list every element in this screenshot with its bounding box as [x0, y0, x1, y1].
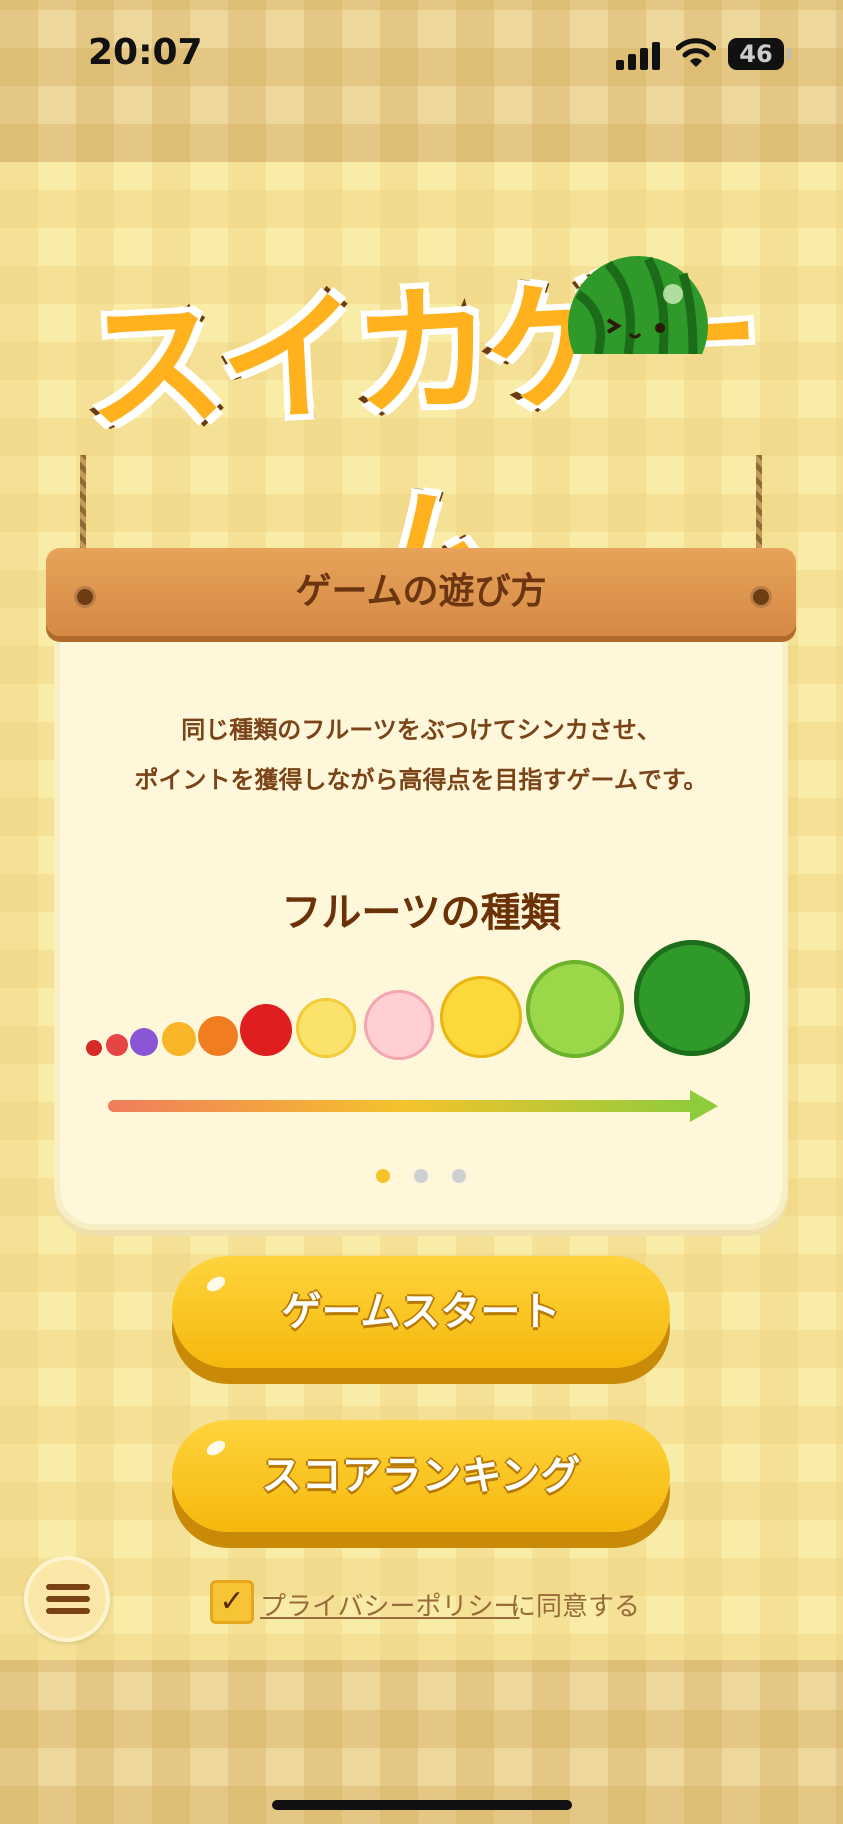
right-nail-icon — [750, 586, 772, 608]
game-start-button[interactable]: ゲームスタート — [172, 1256, 670, 1368]
description-line-1: 同じ種類のフルーツをぶつけてシンカさせ、 — [181, 716, 661, 744]
persimmon-icon — [198, 1016, 238, 1056]
watermelon-icon — [634, 940, 750, 1056]
menu-icon — [46, 1608, 90, 1614]
menu-icon — [46, 1596, 90, 1602]
home-indicator[interactable] — [272, 1800, 572, 1810]
button-shine — [204, 1437, 228, 1459]
wifi-icon — [676, 38, 716, 67]
description-line-2: ポイントを獲得しながら高得点を目指すゲームです。 — [134, 766, 708, 794]
pineapple-icon — [440, 976, 522, 1058]
apple-icon — [240, 1004, 292, 1056]
game-description: 同じ種類のフルーツをぶつけてシンカさせ、 ポイントを獲得しながら高得点を目指すゲ… — [60, 705, 782, 805]
grape-icon — [130, 1028, 158, 1056]
game-start-label: ゲームスタート — [281, 1289, 561, 1335]
menu-button[interactable] — [24, 1556, 110, 1642]
pear-icon — [296, 998, 356, 1058]
score-ranking-button[interactable]: スコアランキング — [172, 1420, 670, 1532]
evolution-arrow-icon — [108, 1090, 718, 1122]
button-shine — [204, 1273, 228, 1295]
strawberry-icon — [106, 1034, 128, 1056]
page-dot-1[interactable] — [376, 1169, 390, 1183]
page-indicator[interactable] — [60, 1168, 782, 1187]
status-time: 20:07 — [88, 32, 203, 73]
consent-text: に同意する — [510, 1592, 641, 1622]
peach-icon — [364, 990, 434, 1060]
cherry-icon — [86, 1040, 102, 1056]
page-dot-3[interactable] — [452, 1169, 466, 1183]
score-ranking-label: スコアランキング — [261, 1453, 581, 1499]
left-nail-icon — [74, 586, 96, 608]
privacy-policy-link[interactable]: プライバシーポリシー — [260, 1586, 519, 1623]
how-to-play-header: ゲームの遊び方 — [46, 548, 796, 636]
status-bar: 20:07 46 — [0, 0, 843, 110]
cellular-signal-icon — [616, 40, 660, 70]
melon-icon — [526, 960, 624, 1058]
consent-checkbox[interactable]: ✓ — [210, 1580, 254, 1624]
page-dot-2[interactable] — [414, 1169, 428, 1183]
battery-icon: 46 — [728, 38, 791, 70]
watermelon-mascot-icon — [568, 256, 708, 354]
menu-icon — [46, 1584, 90, 1590]
fruit-evolution-row — [80, 930, 760, 1060]
dekopon-icon — [162, 1022, 196, 1056]
